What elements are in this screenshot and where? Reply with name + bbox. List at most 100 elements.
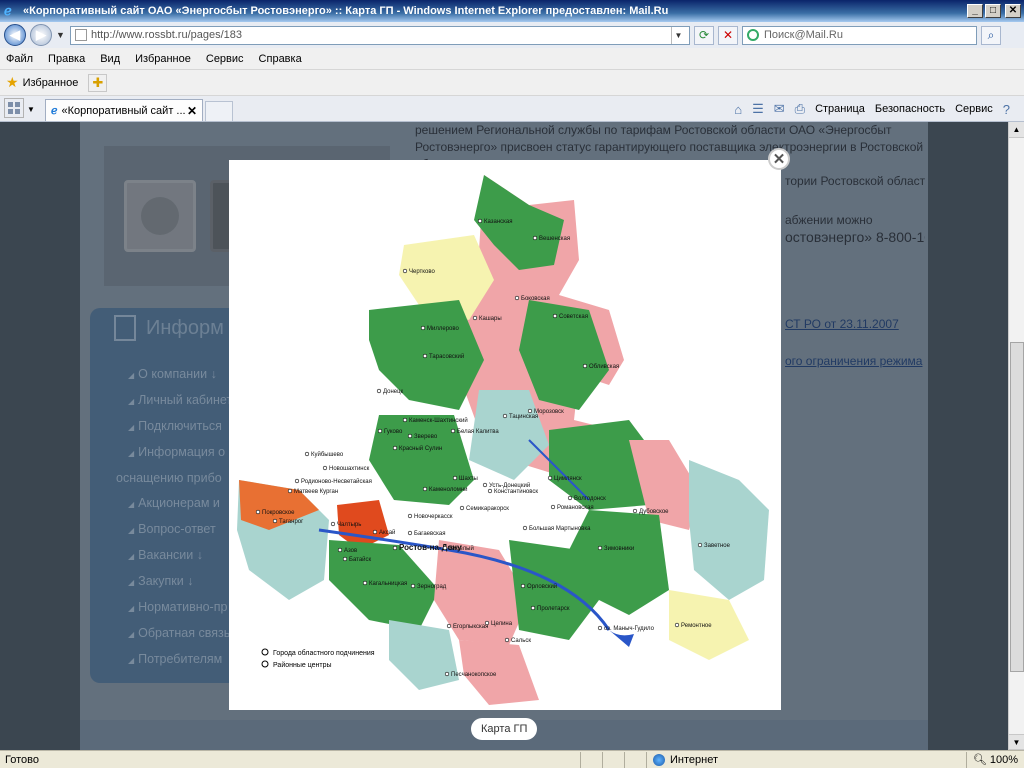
home-icon[interactable]: ⌂: [734, 102, 742, 117]
address-toolbar: ◀ ▶ ▼ http://www.rossbt.ru/pages/183 ▼ ⟳…: [0, 22, 1024, 48]
page-icon: [75, 29, 87, 41]
tools-menu[interactable]: Сервис: [955, 103, 993, 115]
favorites-bar: ★ Избранное ✚: [0, 70, 1024, 96]
scroll-thumb[interactable]: [1010, 342, 1024, 672]
map-settlement-marker: [697, 542, 703, 548]
map-place-label: Морозовск: [534, 409, 564, 415]
new-tab-button[interactable]: [205, 101, 233, 121]
security-menu[interactable]: Безопасность: [875, 103, 945, 115]
content-viewport: решением Региональной службы по тарифам …: [0, 122, 1008, 750]
map-settlement-marker: [402, 268, 408, 274]
map-settlement-marker: [322, 465, 328, 471]
add-favorite-icon[interactable]: ✚: [88, 73, 108, 92]
lightbox: Города областного подчинения Районные це…: [229, 160, 781, 710]
map-place-label: Дубовское: [639, 509, 669, 515]
address-input[interactable]: http://www.rossbt.ru/pages/183 ▼: [70, 25, 690, 45]
map-settlement-marker: [422, 486, 428, 492]
map-place-label: Орловский: [527, 583, 557, 590]
menu-tools[interactable]: Сервис: [206, 53, 244, 65]
scroll-down-icon[interactable]: ▼: [1009, 734, 1024, 750]
map-settlement-marker: [484, 620, 490, 626]
search-input[interactable]: Поиск@Mail.Ru: [742, 25, 977, 45]
map-region-teal: [689, 460, 769, 600]
map-settlement-marker: [420, 325, 426, 331]
menu-help[interactable]: Справка: [259, 53, 302, 65]
tab-label[interactable]: «Корпоративный сайт ...: [62, 105, 187, 117]
menu-edit[interactable]: Правка: [48, 53, 85, 65]
map-settlement-marker: [487, 488, 493, 494]
map-settlement-marker: [459, 505, 465, 511]
legend-district-marker: [261, 660, 269, 668]
map-settlement-marker: [392, 545, 398, 551]
map-settlement-marker: [342, 556, 348, 562]
zoom-control[interactable]: 🔍︎ 100%: [965, 751, 1024, 768]
feeds-icon[interactable]: ☰: [752, 101, 764, 117]
map-place-label: Чалтырь: [337, 522, 361, 528]
zoom-icon: 🔍︎: [972, 754, 990, 766]
map-settlement-marker: [674, 622, 680, 628]
map-settlement-marker: [530, 605, 536, 611]
zoom-level[interactable]: 100%: [990, 754, 1018, 766]
ie-icon: ℯ: [4, 3, 12, 18]
address-dropdown-icon[interactable]: ▼: [671, 26, 685, 44]
map-place-label: Большая Мартыновка: [529, 526, 591, 532]
tab-close-icon[interactable]: ✕: [187, 104, 197, 118]
map-place-label: Шахты: [459, 476, 478, 482]
quick-tabs-icon[interactable]: [4, 98, 24, 118]
map-place-label: оз. Маныч-Гудило: [604, 626, 655, 632]
tab-list-dropdown-icon[interactable]: ▼: [27, 105, 39, 114]
map-place-label: Целина: [491, 621, 513, 627]
security-zone[interactable]: Интернет: [646, 751, 816, 768]
map-settlement-marker: [477, 218, 483, 224]
refresh-button[interactable]: ⟳: [694, 25, 714, 45]
menu-favorites[interactable]: Избранное: [135, 53, 191, 65]
zone-label: Интернет: [670, 753, 718, 766]
map-place-label: Новочеркасск: [414, 514, 453, 520]
tab-active[interactable]: ℯ «Корпоративный сайт ... ✕: [45, 99, 203, 121]
menu-file[interactable]: Файл: [6, 53, 33, 65]
map-settlement-marker: [567, 495, 573, 501]
map-place-label: Зимовники: [604, 546, 634, 552]
map-place-label: Зерноград: [417, 584, 447, 590]
command-bar: ⌂ ☰ ✉ ⎙ Страница Безопасность Сервис ?: [734, 97, 1024, 121]
map-place-label: Аксай: [379, 529, 395, 536]
map-settlement-marker: [547, 475, 553, 481]
forward-button[interactable]: ▶: [30, 24, 52, 46]
favorites-button[interactable]: Избранное: [23, 77, 79, 89]
map-place-label: Вешенская: [539, 236, 570, 242]
read-mail-icon[interactable]: ✉: [774, 101, 785, 117]
history-dropdown-icon[interactable]: ▼: [56, 30, 66, 40]
window-title: «Корпоративный сайт ОАО «Энергосбыт Рост…: [23, 5, 669, 17]
page-menu[interactable]: Страница: [815, 103, 865, 115]
back-button[interactable]: ◀: [4, 24, 26, 46]
status-text: Готово: [5, 753, 39, 766]
map-settlement-marker: [255, 509, 261, 515]
search-button[interactable]: ⌕: [981, 25, 1001, 45]
map-settlement-marker: [472, 315, 478, 321]
stop-button[interactable]: ✕: [718, 25, 738, 45]
status-cell: [624, 751, 646, 768]
region-map: Города областного подчинения Районные це…: [237, 175, 769, 705]
map-place-label: Новошахтинск: [329, 466, 370, 472]
help-icon[interactable]: ?: [1003, 102, 1010, 117]
maximize-button[interactable]: □: [985, 4, 1001, 18]
map-settlement-marker: [402, 417, 408, 423]
menu-view[interactable]: Вид: [100, 53, 120, 65]
status-bar: Готово Интернет 🔍︎ 100%: [0, 750, 1024, 768]
map-place-label: Донецк: [383, 389, 404, 395]
scroll-up-icon[interactable]: ▲: [1009, 122, 1024, 138]
map-settlement-marker: [450, 428, 456, 434]
map-settlement-marker: [527, 408, 533, 414]
lightbox-close-icon[interactable]: ✕: [768, 148, 790, 170]
map-settlement-marker: [522, 525, 528, 531]
favorites-star-icon[interactable]: ★: [6, 74, 19, 91]
vertical-scrollbar[interactable]: ▲ ▼: [1008, 122, 1024, 750]
map-settlement-marker: [532, 235, 538, 241]
address-url[interactable]: http://www.rossbt.ru/pages/183: [91, 29, 671, 41]
map-place-label: Тарасовский: [429, 353, 464, 360]
minimize-button[interactable]: _: [967, 4, 983, 18]
print-icon[interactable]: ⎙: [795, 101, 805, 117]
map-settlement-marker: [407, 530, 413, 536]
close-window-button[interactable]: ✕: [1005, 4, 1021, 18]
map-place-label: Усть-Донецкий: [489, 482, 530, 489]
